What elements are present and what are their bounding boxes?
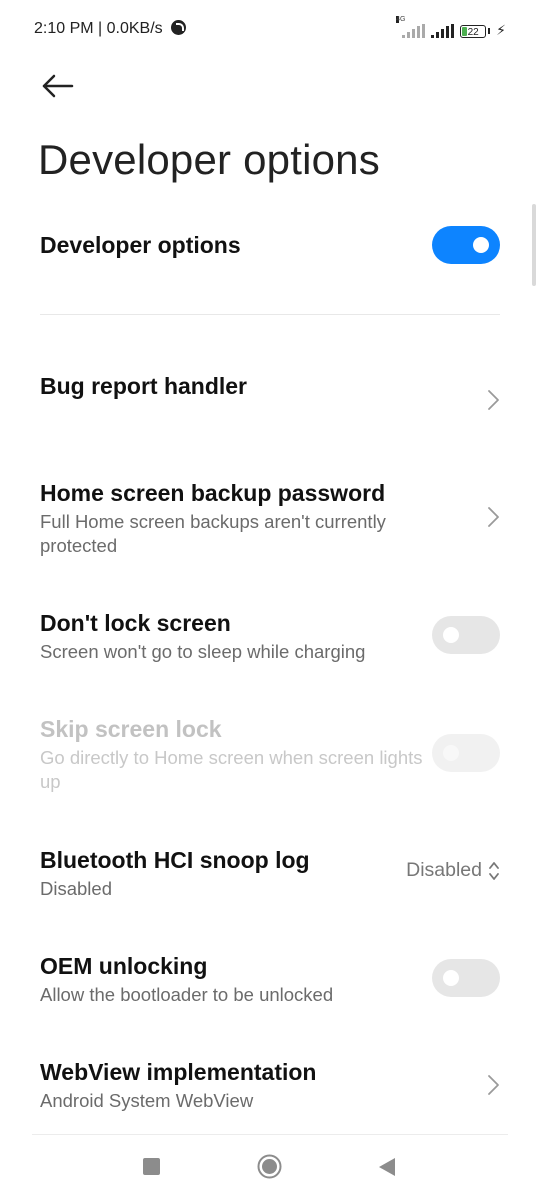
status-bar: 2:10 PM | 0.0KB/s 4G 22 ⚡	[0, 0, 540, 60]
bluetooth-snoop-select[interactable]: Disabled	[406, 859, 500, 882]
home-button[interactable]	[257, 1154, 282, 1179]
skip-screen-lock-toggle	[432, 734, 500, 772]
status-time: 2:10 PM | 0.0KB/s	[34, 20, 163, 37]
webview-implementation-row[interactable]: WebView implementation Android System We…	[40, 1057, 500, 1117]
toggle-knob	[443, 627, 459, 643]
oem-unlocking-row[interactable]: OEM unlocking Allow the bootloader to be…	[40, 951, 500, 1011]
page-title: Developer options	[38, 136, 380, 183]
nav-back-button[interactable]	[378, 1157, 396, 1177]
network-type-label: 4G	[396, 16, 406, 23]
signal-sim1-icon: 4G	[396, 16, 426, 38]
chevron-right-icon	[488, 507, 499, 527]
battery-tip	[488, 28, 491, 34]
backup-password-title: Home screen backup password	[40, 480, 386, 506]
developer-options-row[interactable]: Developer options	[40, 226, 500, 270]
toggle-knob	[443, 745, 459, 761]
back-button[interactable]	[36, 70, 80, 102]
developer-options-label: Developer options	[40, 232, 241, 258]
skip-screen-lock-subtitle: Go directly to Home screen when screen l…	[40, 747, 423, 792]
divider	[40, 314, 500, 315]
up-down-chevron-icon	[489, 861, 499, 880]
developer-options-toggle[interactable]	[432, 226, 500, 264]
webview-implementation-title: WebView implementation	[40, 1059, 317, 1085]
charging-icon: ⚡	[496, 22, 506, 38]
bug-report-handler-title: Bug report handler	[40, 373, 248, 399]
oem-unlocking-toggle[interactable]	[432, 959, 500, 997]
backup-password-row[interactable]: Home screen backup password Full Home sc…	[40, 478, 500, 568]
chevron-right-icon	[488, 390, 499, 410]
status-time-wrap: 2:10 PM | 0.0KB/s	[34, 20, 187, 38]
bug-report-handler-row[interactable]: Bug report handler	[40, 371, 500, 431]
nav-divider	[32, 1134, 508, 1135]
skip-screen-lock-row: Skip screen lock Go directly to Home scr…	[40, 714, 500, 798]
bluetooth-snoop-value: Disabled	[406, 859, 482, 881]
data-saver-icon	[171, 20, 187, 35]
webview-implementation-subtitle: Android System WebView	[40, 1090, 254, 1111]
battery-level: 22	[467, 27, 479, 38]
dont-lock-screen-toggle[interactable]	[432, 616, 500, 654]
backup-password-subtitle: Full Home screen backups aren't currentl…	[40, 511, 386, 556]
oem-unlocking-title: OEM unlocking	[40, 953, 208, 979]
toggle-knob	[473, 237, 489, 253]
bluetooth-snoop-subtitle: Disabled	[40, 878, 112, 899]
battery-icon: 22	[460, 25, 487, 38]
back-arrow-icon	[42, 74, 74, 98]
signal-sim2-icon	[431, 24, 455, 38]
oem-unlocking-subtitle: Allow the bootloader to be unlocked	[40, 984, 334, 1005]
status-icons: 4G 22 ⚡	[396, 16, 506, 38]
skip-screen-lock-title: Skip screen lock	[40, 716, 222, 742]
bluetooth-snoop-row[interactable]: Bluetooth HCI snoop log Disabled Disable…	[40, 845, 500, 905]
scrollbar[interactable]	[532, 204, 536, 286]
dont-lock-screen-subtitle: Screen won't go to sleep while charging	[40, 641, 366, 662]
dont-lock-screen-row[interactable]: Don't lock screen Screen won't go to sle…	[40, 608, 500, 668]
dont-lock-screen-title: Don't lock screen	[40, 610, 231, 636]
recents-button[interactable]	[143, 1158, 160, 1175]
chevron-right-icon	[488, 1075, 499, 1095]
toggle-knob	[443, 970, 459, 986]
navigation-bar	[0, 1140, 540, 1200]
